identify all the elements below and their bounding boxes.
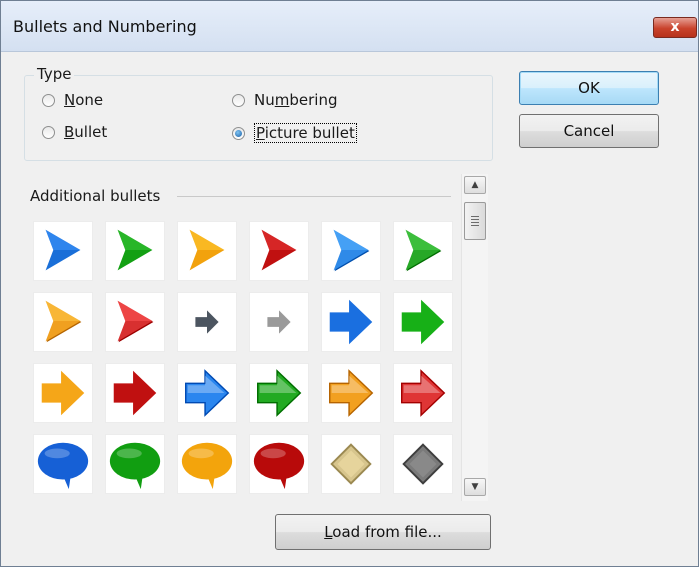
bullet-cell[interactable] [321,434,381,494]
green-glossy-chevron-icon [405,229,442,272]
bullet-cell[interactable] [393,221,453,281]
blue-glossy-chevron-icon [333,229,370,272]
radio-numbering[interactable]: Numbering [232,91,337,109]
bullet-cell[interactable] [33,363,93,423]
red-chevron-arrow-icon [261,229,297,271]
blue-speech-bubble-icon [37,442,89,490]
bullet-cell[interactable] [105,221,165,281]
dark-gray-small-arrow-icon [195,310,219,334]
bullet-cell[interactable] [249,434,309,494]
scroll-thumb[interactable] [464,202,486,240]
bullet-cell[interactable] [33,221,93,281]
radio-bullet[interactable]: Bullet [42,123,107,141]
bullet-cell[interactable] [105,434,165,494]
gray-diamond-icon [402,443,444,485]
bullet-cell[interactable] [249,363,309,423]
radio-numbering-label: Numbering [254,91,338,109]
radio-numbering-circle[interactable] [232,93,245,107]
scroll-down-button[interactable]: ▼ [464,478,486,496]
tan-diamond-icon [330,443,372,485]
orange-speech-bubble-icon [181,442,233,490]
cancel-button[interactable]: Cancel [519,114,659,148]
close-button[interactable]: x [653,17,697,38]
green-chevron-arrow-icon [117,229,153,271]
red-glossy-chevron-icon [117,300,154,343]
radio-none[interactable]: None [42,91,103,109]
bullet-cell[interactable] [105,292,165,352]
radio-bullet-circle[interactable] [42,125,55,139]
bullet-cell[interactable] [177,292,237,352]
green-block-arrow-icon [401,299,445,345]
green-speech-bubble-icon [109,442,161,490]
radio-picture-bullet[interactable]: Picture bullet [232,123,357,143]
load-from-file-button[interactable]: Load from file... [275,514,491,550]
ok-button[interactable]: OK [519,71,659,105]
red-block-arrow-icon [113,370,157,416]
bullet-cell[interactable] [33,434,93,494]
bullet-cell[interactable] [321,292,381,352]
bullet-cell[interactable] [105,363,165,423]
additional-bullets-label: Additional bullets [30,187,161,205]
bullet-cell[interactable] [177,363,237,423]
bullet-picture-grid [33,221,457,497]
bullets-and-numbering-dialog: Bullets and Numbering x Type None Bullet… [0,0,699,567]
red-speech-bubble-icon [253,442,305,490]
radio-picture-bullet-circle[interactable] [232,126,245,140]
blue-block-arrow-icon [329,299,373,345]
radio-picture-bullet-label: Picture bullet [254,123,357,143]
bullet-cell[interactable] [177,434,237,494]
green-glossy-block-arrow-icon [257,369,302,417]
scroll-up-button[interactable]: ▲ [464,176,486,194]
red-glossy-block-arrow-icon [401,369,446,417]
bullet-cell[interactable] [33,292,93,352]
blue-glossy-block-arrow-icon [185,369,230,417]
bullet-cell[interactable] [249,292,309,352]
radio-none-circle[interactable] [42,93,55,107]
radio-bullet-label: Bullet [64,123,108,141]
orange-glossy-chevron-icon [45,300,82,343]
orange-block-arrow-icon [41,370,85,416]
bullet-cell[interactable] [393,434,453,494]
bullet-cell[interactable] [321,363,381,423]
bullet-cell[interactable] [249,221,309,281]
orange-chevron-arrow-icon [189,229,225,271]
section-divider [177,196,451,197]
blue-chevron-arrow-icon [45,229,81,271]
orange-glossy-block-arrow-icon [329,369,374,417]
bullet-cell[interactable] [321,221,381,281]
bullet-cell[interactable] [393,292,453,352]
title-bar: Bullets and Numbering x [1,1,698,52]
dialog-title: Bullets and Numbering [13,17,197,36]
bullet-cell[interactable] [177,221,237,281]
type-group-label: Type [34,65,75,83]
type-groupbox [24,75,493,161]
gray-small-arrow-icon [267,310,291,334]
grid-scrollbar[interactable]: ▲ ▼ [461,174,488,501]
radio-none-label: None [64,91,104,109]
bullet-cell[interactable] [393,363,453,423]
